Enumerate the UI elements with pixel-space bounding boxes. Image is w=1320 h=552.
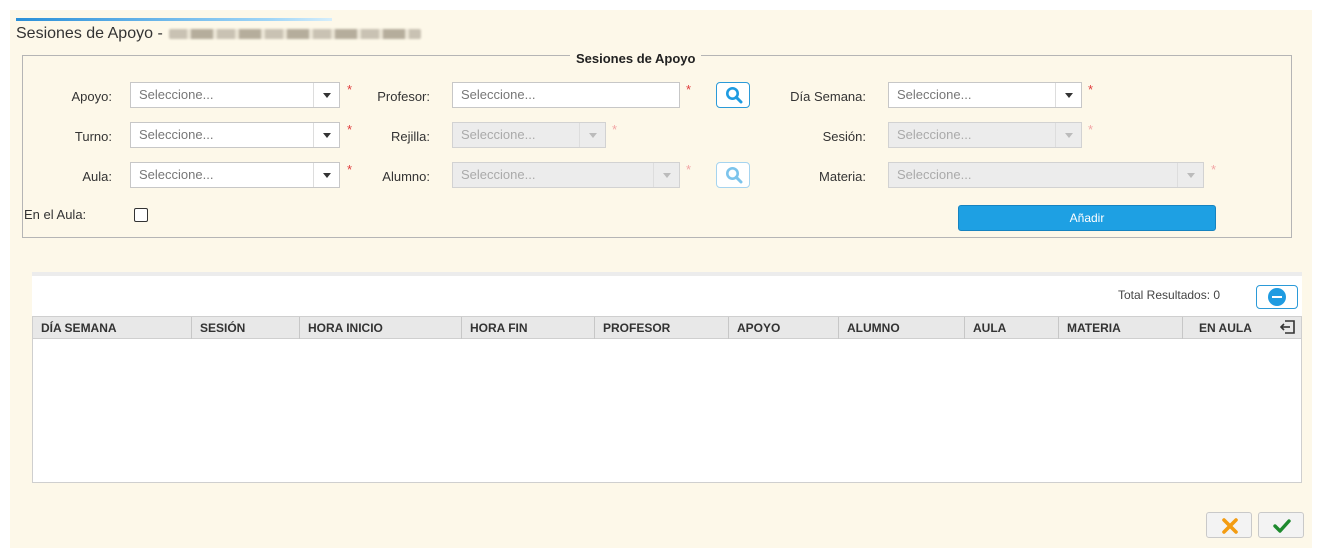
chevron-down-icon (313, 163, 339, 187)
turno-label: Turno: (74, 129, 112, 144)
results-table: DÍA SEMANA SESIÓN HORA INICIO HORA FIN P… (32, 316, 1302, 483)
chevron-down-icon (1055, 83, 1081, 107)
apoyo-select-value: Seleccione... (139, 87, 214, 102)
column-header[interactable]: HORA INICIO (300, 317, 462, 339)
add-button[interactable]: Añadir (958, 205, 1216, 231)
search-icon (726, 167, 743, 184)
profesor-label: Profesor: (377, 89, 430, 104)
dia-semana-select-value: Seleccione... (897, 87, 972, 102)
column-header[interactable]: AULA (965, 317, 1059, 339)
alumno-required-mark: * (686, 162, 692, 177)
aula-select-value: Seleccione... (139, 167, 214, 182)
sesion-label: Sesión: (822, 129, 866, 144)
confirm-button[interactable] (1258, 512, 1304, 538)
column-header[interactable]: APOYO (729, 317, 839, 339)
rejilla-required-mark: * (612, 122, 618, 137)
column-header[interactable]: ALUMNO (839, 317, 965, 339)
column-header[interactable]: PROFESOR (595, 317, 729, 339)
profesor-search-button[interactable] (716, 82, 750, 108)
materia-label: Materia: (819, 169, 866, 184)
alumno-search-button[interactable] (716, 162, 750, 188)
alumno-select-value: Seleccione... (461, 167, 536, 182)
exit-icon[interactable] (1280, 319, 1296, 335)
column-header[interactable]: SESIÓN (192, 317, 300, 339)
dia-semana-label: Día Semana: (790, 89, 866, 104)
materia-select-value: Seleccione... (897, 167, 972, 182)
results-header (32, 276, 1302, 316)
profesor-required-mark: * (686, 82, 692, 97)
chevron-down-icon (653, 163, 679, 187)
column-header[interactable]: EN AULA (1183, 317, 1279, 339)
minus-circle-icon (1268, 288, 1286, 306)
aula-label: Aula: (82, 169, 112, 184)
profesor-input[interactable]: Seleccione... (452, 82, 680, 108)
rejilla-select-value: Seleccione... (461, 127, 536, 142)
redacted-name (168, 28, 421, 39)
collapse-button[interactable] (1256, 285, 1298, 309)
profesor-input-value: Seleccione... (461, 87, 536, 102)
dialog-title-text: Sesiones de Apoyo - (16, 25, 163, 42)
en-el-aula-label: En el Aula: (24, 207, 87, 222)
chevron-down-icon (1177, 163, 1203, 187)
aula-select[interactable]: Seleccione... (130, 162, 340, 188)
alumno-label: Alumno: (382, 169, 430, 184)
column-header[interactable]: DÍA SEMANA (33, 317, 192, 339)
apoyo-label: Apoyo: (71, 89, 112, 104)
rejilla-select[interactable]: Seleccione... (452, 122, 606, 148)
chevron-down-icon (579, 123, 605, 147)
materia-required-mark: * (1211, 162, 1217, 177)
title-accent-bar (16, 18, 332, 21)
materia-select[interactable]: Seleccione... (888, 162, 1204, 188)
sesion-required-mark: * (1088, 122, 1094, 137)
chevron-down-icon (313, 123, 339, 147)
cancel-button[interactable] (1206, 512, 1252, 538)
table-header: DÍA SEMANA SESIÓN HORA INICIO HORA FIN P… (33, 317, 1301, 339)
column-header[interactable]: HORA FIN (462, 317, 595, 339)
dialog-title: Sesiones de Apoyo - (16, 25, 421, 43)
en-el-aula-checkbox[interactable] (134, 208, 148, 222)
rejilla-label: Rejilla: (390, 129, 430, 144)
turno-select-value: Seleccione... (139, 127, 214, 142)
check-icon (1273, 519, 1291, 533)
sesion-select-value: Seleccione... (897, 127, 972, 142)
apoyo-select[interactable]: Seleccione... (130, 82, 340, 108)
total-results: Total Resultados: 0 (1118, 288, 1221, 302)
chevron-down-icon (1055, 123, 1081, 147)
search-icon (726, 87, 743, 104)
dia-semana-required-mark: * (1088, 82, 1094, 97)
chevron-down-icon (313, 83, 339, 107)
alumno-select[interactable]: Seleccione... (452, 162, 680, 188)
fieldset-legend: Sesiones de Apoyo (570, 51, 702, 66)
dia-semana-select[interactable]: Seleccione... (888, 82, 1082, 108)
close-icon (1222, 518, 1238, 534)
column-header[interactable]: MATERIA (1059, 317, 1183, 339)
turno-select[interactable]: Seleccione... (130, 122, 340, 148)
sesion-select[interactable]: Seleccione... (888, 122, 1082, 148)
